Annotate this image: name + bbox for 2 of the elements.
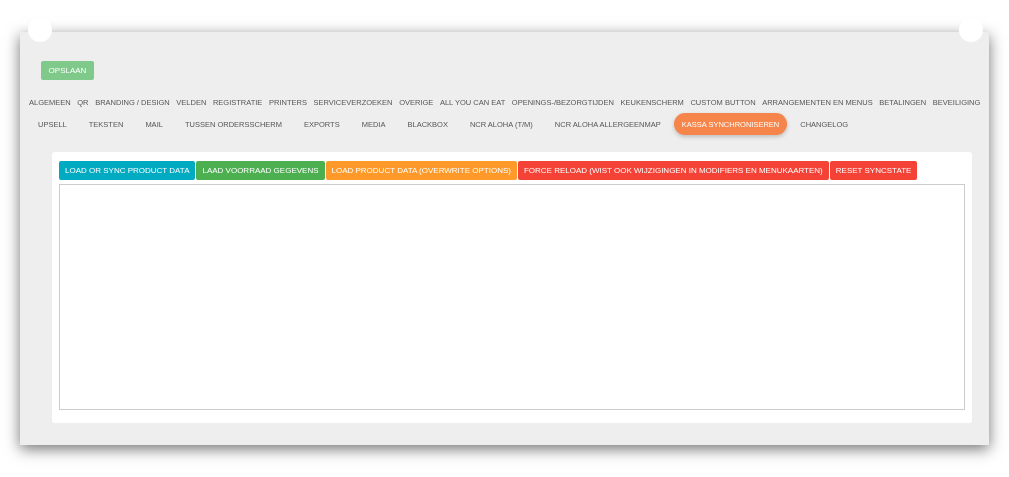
action-button[interactable]: RESET SYNCSTATE	[829, 161, 918, 180]
action-button[interactable]: FORCE RELOAD (WIST OOK WIJZIGINGEN IN MODIFIERS EN MENUKAARTEN)	[517, 161, 829, 180]
